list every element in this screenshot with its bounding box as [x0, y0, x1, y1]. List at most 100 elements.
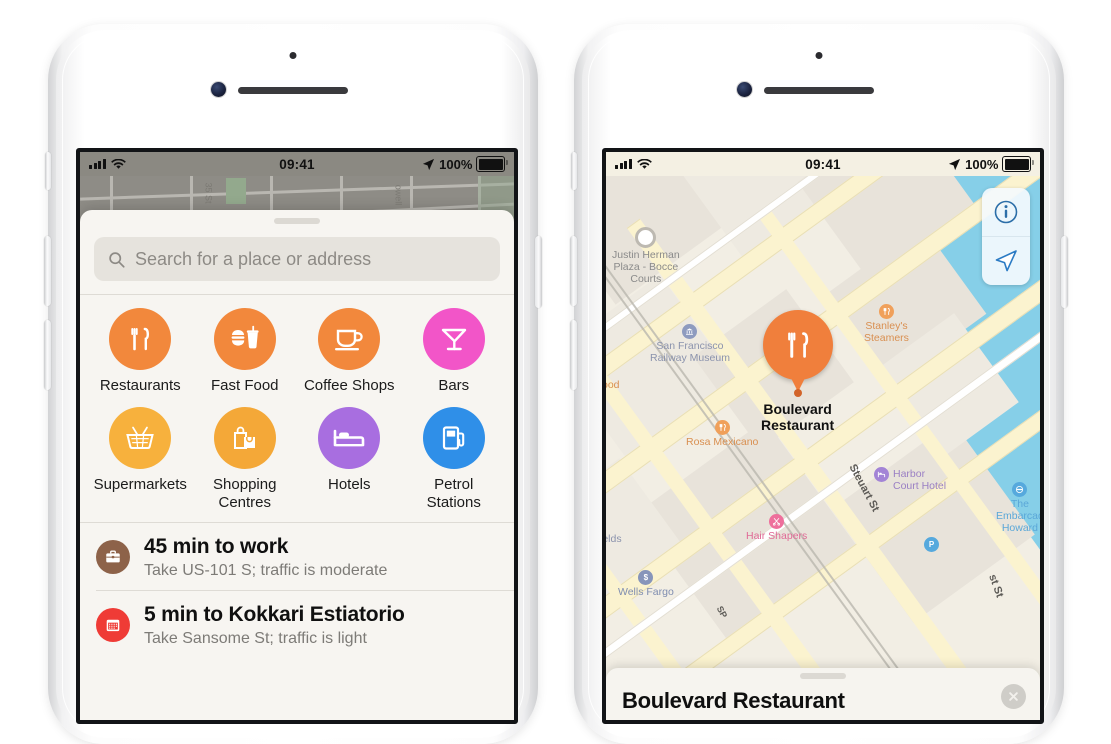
category-hotels[interactable]: Hotels [297, 407, 402, 512]
poi-embarcadero-station[interactable]: The Embarcad Howard [996, 482, 1040, 534]
iphone-left: 35 St owell 09:41 100% Search for a plac… [44, 24, 542, 744]
battery-icon [476, 156, 508, 172]
location-arrow-icon [423, 158, 435, 170]
poi-hair-shapers[interactable]: Hair Shapers [746, 514, 807, 542]
pin-anchor-dot [793, 389, 802, 397]
poi-label: Rosa Mexicano [686, 436, 759, 448]
front-camera-icon [737, 82, 752, 97]
search-icon [109, 251, 125, 268]
calendar-icon [96, 608, 130, 642]
map-label: 35 St [203, 182, 214, 204]
locate-button[interactable] [982, 236, 1030, 285]
poi-partial-label-fields: ields [606, 532, 622, 545]
poi-label: Hair Shapers [746, 530, 808, 542]
category-bars[interactable]: Bars [402, 308, 507, 395]
cocktail-icon [422, 308, 485, 370]
fork-knife-icon [762, 310, 833, 380]
restaurant-marker-icon [878, 304, 894, 319]
category-label: Restaurants [99, 377, 181, 394]
poi-label: San Francisco Railway Museum [650, 340, 730, 364]
category-restaurants[interactable]: Restaurants [88, 308, 193, 395]
category-shopping-centres[interactable]: Shopping Centres [193, 407, 298, 512]
pin-label: Boulevard Restaurant [761, 401, 835, 433]
list-item-title: 5 min to Kokkari Estiatorio [144, 603, 405, 626]
coffee-cup-icon [318, 308, 381, 370]
info-button[interactable] [982, 188, 1030, 236]
category-label: Petrol Stations [426, 476, 481, 511]
mute-switch[interactable] [571, 152, 577, 190]
hotel-marker-icon [874, 467, 889, 482]
screenshot-root: 35 St owell 09:41 100% Search for a plac… [0, 0, 1111, 744]
list-item-subtitle: Take US-101 S; traffic is moderate [144, 562, 388, 579]
poi-label: Harbor Court Hotel [893, 468, 947, 492]
parking-icon[interactable]: P [924, 537, 939, 552]
category-label: Shopping Centres [213, 476, 277, 511]
status-bar: 09:41 100% [80, 152, 514, 176]
poi-label: ood [606, 379, 620, 391]
proximity-sensor-icon [289, 52, 297, 59]
category-label: Fast Food [210, 377, 279, 394]
poi-stanleys-steamers[interactable]: Stanley's Steamers [864, 304, 909, 344]
list-item[interactable]: 45 min to work Take US-101 S; traffic is… [80, 523, 514, 590]
category-supermarkets[interactable]: Supermarkets [88, 407, 193, 512]
poi-rosa-mexicano[interactable]: Rosa Mexicano [686, 420, 758, 448]
category-label: Coffee Shops [303, 377, 395, 394]
earpiece-speaker [764, 87, 874, 94]
bank-marker-icon: $ [638, 570, 654, 585]
poi-label: ields [606, 533, 622, 545]
search-sheet: Search for a place or address Restaurant… [80, 210, 514, 720]
category-grid: Restaurants Fast Food Coffee Shops Bars … [80, 295, 514, 522]
bed-icon [318, 407, 381, 469]
restaurant-marker-icon [714, 420, 730, 435]
category-coffee-shops[interactable]: Coffee Shops [297, 308, 402, 395]
museum-marker-icon [682, 324, 698, 339]
salon-marker-icon [769, 514, 785, 529]
list-item[interactable]: 5 min to Kokkari Estiatorio Take Sansome… [80, 591, 514, 658]
search-input[interactable]: Search for a place or address [94, 237, 500, 281]
battery-percent: 100% [965, 156, 999, 172]
mute-switch[interactable] [45, 152, 51, 190]
volume-down-button[interactable] [44, 320, 51, 390]
burger-drink-icon [213, 308, 276, 370]
volume-down-button[interactable] [570, 320, 577, 390]
close-button[interactable] [1001, 684, 1026, 709]
basket-icon [109, 407, 172, 469]
list-item-subtitle: Take Sansome St; traffic is light [144, 630, 367, 647]
power-button[interactable] [535, 236, 542, 308]
sheet-grabber[interactable] [800, 673, 846, 679]
battery-icon [1002, 156, 1034, 172]
category-fast-food[interactable]: Fast Food [193, 308, 298, 395]
volume-up-button[interactable] [44, 236, 51, 306]
circle-marker-icon [635, 227, 657, 248]
info-circle-icon [994, 200, 1018, 224]
place-detail-card: Boulevard Restaurant [606, 668, 1040, 720]
map-label: owell [393, 184, 404, 206]
volume-up-button[interactable] [570, 236, 577, 306]
poi-label: Wells Fargo [618, 586, 674, 598]
fuel-pump-icon [422, 407, 485, 469]
poi-wells-fargo[interactable]: $ Wells Fargo [618, 570, 674, 598]
transit-marker-icon [1012, 482, 1028, 497]
map-view[interactable]: Steuart St st St SP Marketbar Justin Her… [606, 152, 1040, 720]
poi-label: Justin Herman Plaza - Bocce Courts [612, 249, 680, 285]
front-camera-icon [211, 82, 226, 97]
map-pin-boulevard-restaurant[interactable]: Boulevard Restaurant [761, 310, 834, 433]
location-arrow-icon [995, 250, 1017, 272]
power-button[interactable] [1061, 236, 1068, 308]
search-placeholder: Search for a place or address [135, 248, 372, 269]
poi-sf-railway-museum[interactable]: San Francisco Railway Museum [650, 324, 730, 364]
location-arrow-icon [949, 158, 961, 170]
poi-harbor-court-hotel[interactable]: Harbor Court Hotel [874, 467, 946, 492]
poi-justin-herman-plaza[interactable]: Justin Herman Plaza - Bocce Courts [612, 227, 680, 285]
poi-partial-label-food: ood [606, 378, 620, 391]
screen-left: 35 St owell 09:41 100% Search for a plac… [76, 148, 518, 724]
iphone-right: Steuart St st St SP Marketbar Justin Her… [570, 24, 1068, 744]
earpiece-speaker [238, 87, 348, 94]
shopping-bag-icon [213, 407, 276, 469]
status-bar: 09:41 100% [606, 152, 1040, 176]
fork-knife-icon [109, 308, 172, 370]
sheet-grabber[interactable] [274, 218, 320, 224]
category-petrol-stations[interactable]: Petrol Stations [402, 407, 507, 512]
screen-right: Steuart St st St SP Marketbar Justin Her… [602, 148, 1044, 724]
category-label: Bars [438, 377, 470, 394]
